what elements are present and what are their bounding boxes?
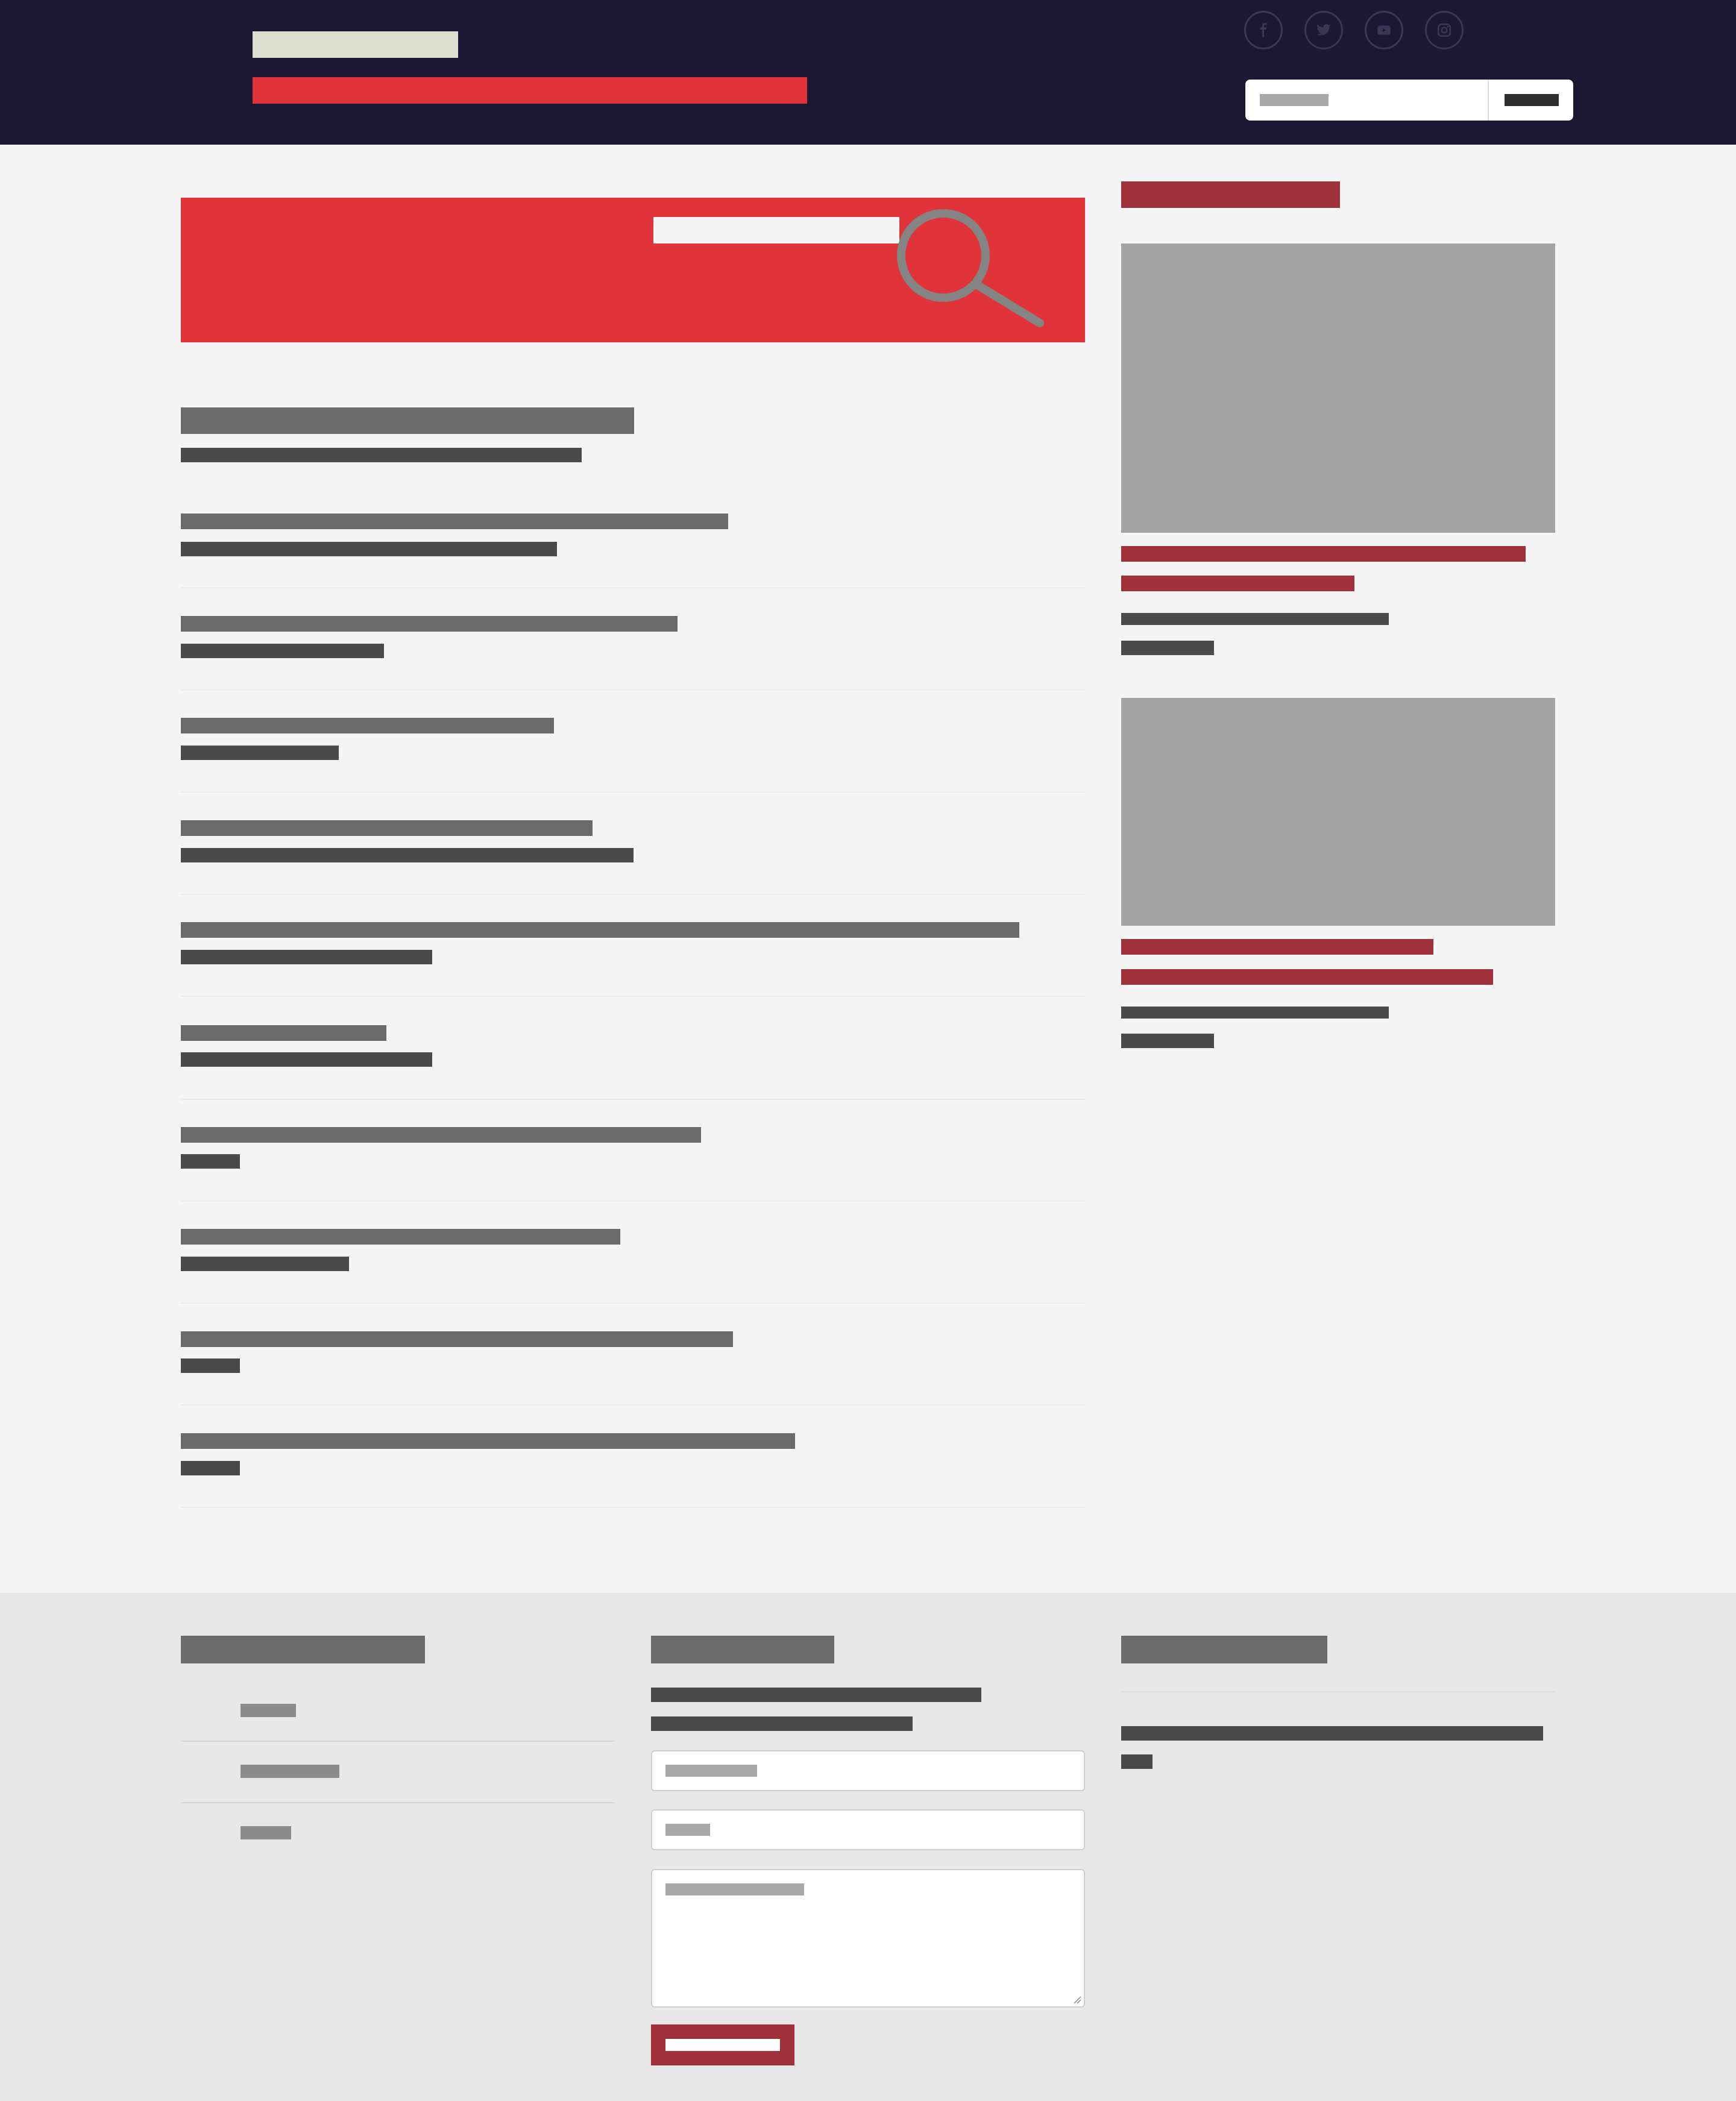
divider [181, 791, 1085, 793]
result-title[interactable] [181, 513, 728, 529]
header-search-button[interactable] [1488, 80, 1573, 121]
card-title-line[interactable] [1121, 969, 1493, 985]
divider [181, 1099, 1085, 1100]
header-search-input[interactable] [1245, 80, 1488, 121]
result-meta [181, 950, 432, 964]
submit-button-label [665, 2039, 780, 2051]
search-hero-banner [181, 198, 1085, 342]
footer-menu-heading [181, 1636, 425, 1663]
result-title[interactable] [181, 1331, 733, 1347]
card-image[interactable] [1121, 698, 1555, 926]
divider [181, 996, 1085, 997]
divider [181, 1507, 1085, 1508]
youtube-icon[interactable] [1365, 11, 1403, 49]
search-placeholder-text [1260, 94, 1329, 106]
search-button-label [1505, 94, 1559, 106]
footer-menu-item[interactable] [241, 1765, 339, 1778]
email-field-placeholder [665, 1824, 710, 1836]
message-placeholder [665, 1883, 804, 1895]
result-meta [181, 1154, 240, 1169]
message-textarea[interactable] [651, 1869, 1085, 2008]
card-title-line[interactable] [1121, 939, 1433, 955]
divider [181, 894, 1085, 895]
result-meta [181, 1257, 349, 1271]
divider [1121, 1691, 1555, 1692]
result-title[interactable] [181, 1025, 386, 1041]
divider [181, 689, 1085, 691]
contact-form-heading [651, 1636, 834, 1663]
result-title[interactable] [181, 1433, 795, 1449]
result-title[interactable] [181, 718, 554, 733]
result-meta [181, 848, 634, 862]
card-title-line[interactable] [1121, 576, 1354, 591]
footer-menu-item[interactable] [241, 1826, 291, 1839]
submit-button[interactable] [651, 2024, 794, 2065]
footer-menu-item[interactable] [241, 1704, 296, 1717]
result-title[interactable] [181, 1127, 701, 1143]
results-heading [181, 407, 634, 434]
resize-handle-icon[interactable] [1073, 1996, 1081, 2004]
result-title[interactable] [181, 922, 1019, 938]
card-title-line[interactable] [1121, 546, 1526, 562]
instagram-icon[interactable] [1425, 11, 1464, 49]
card-excerpt [1121, 613, 1389, 625]
divider [181, 1201, 1085, 1202]
hero-search-input[interactable] [653, 217, 899, 243]
footer-about-text [1121, 1754, 1153, 1769]
header-search [1245, 80, 1573, 121]
card-date [1121, 641, 1214, 655]
magnifier-icon [897, 209, 1044, 327]
site-tagline-placeholder [253, 77, 807, 104]
divider [181, 587, 1085, 588]
card-date [1121, 1034, 1214, 1048]
divider [181, 1302, 1085, 1304]
facebook-icon[interactable] [1244, 11, 1283, 49]
result-meta [181, 1052, 432, 1067]
email-field[interactable] [651, 1809, 1085, 1850]
divider [181, 1802, 615, 1803]
name-field-placeholder [665, 1765, 757, 1777]
sidebar-heading [1121, 181, 1340, 208]
card-excerpt [1121, 1007, 1389, 1019]
result-title[interactable] [181, 1229, 620, 1245]
name-field[interactable] [651, 1750, 1085, 1791]
card-image[interactable] [1121, 243, 1555, 533]
result-meta [181, 1358, 240, 1373]
result-meta [181, 542, 557, 556]
twitter-icon[interactable] [1304, 11, 1343, 49]
result-meta [181, 1461, 240, 1475]
divider [181, 1404, 1085, 1405]
result-title[interactable] [181, 616, 678, 632]
site-header [0, 0, 1736, 145]
contact-form-intro [651, 1688, 981, 1702]
footer-about-text [1121, 1726, 1543, 1741]
result-meta [181, 746, 339, 760]
site-title-placeholder[interactable] [253, 31, 458, 58]
results-subheading [181, 448, 582, 462]
divider [181, 1741, 615, 1742]
result-meta [181, 644, 384, 658]
result-title[interactable] [181, 820, 593, 836]
contact-form-intro [651, 1716, 913, 1731]
footer-about-heading [1121, 1636, 1327, 1663]
